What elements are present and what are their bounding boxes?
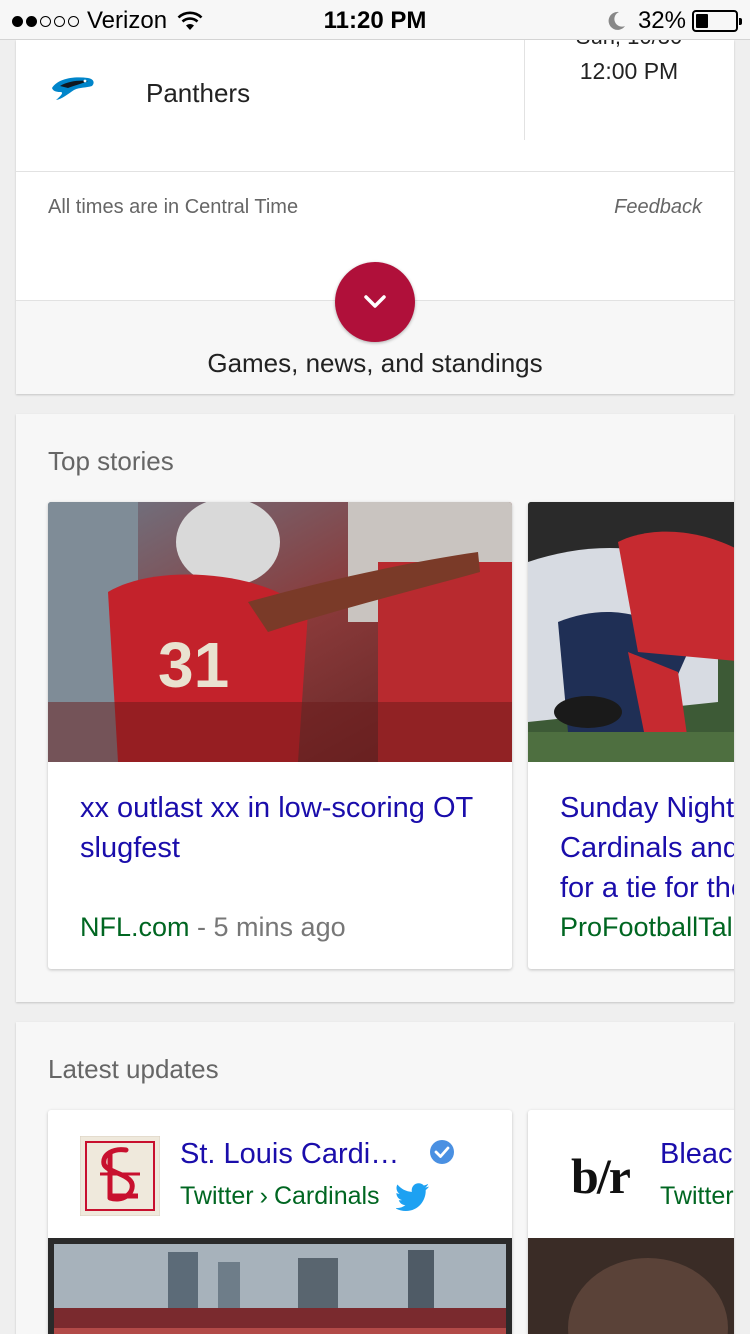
cardinals-logo (79, 1135, 161, 1217)
account-name[interactable]: Bleacher Report (660, 1138, 734, 1171)
story-card[interactable]: Sunday Night Football: Cardinals and Sea… (528, 502, 734, 969)
chevron-down-icon (364, 295, 386, 308)
game-time: 12:00 PM (579, 58, 679, 84)
account-meta: Twitter › (660, 1182, 734, 1211)
schedule-card: Panthers Sun, 10/30 12:00 PM All times a… (16, 24, 734, 394)
story-image: 31 (48, 502, 512, 762)
do-not-disturb-moon-icon (608, 11, 625, 30)
game-row[interactable]: Panthers Sun, 10/30 12:00 PM (16, 24, 734, 172)
update-image (528, 1238, 734, 1334)
status-bar: Verizon 11:20 PM 32% (0, 0, 750, 40)
column-divider (524, 40, 525, 140)
update-card[interactable]: b/r Bleacher Report Twitter › (528, 1110, 734, 1334)
expand-label: Games, news, and standings (207, 348, 543, 378)
timezone-note: All times are in Central Time (48, 196, 299, 218)
story-source: NFL.com (80, 912, 190, 942)
account-handle: Cardinals (273, 1182, 380, 1210)
logo-text: b/r (571, 1148, 631, 1204)
story-age: 5 mins ago (213, 912, 346, 942)
story-title[interactable]: xx outlast xx in low-scoring OT slugfest (80, 788, 490, 868)
story-source: ProFootballTalk (560, 912, 734, 942)
twitter-bird-icon (395, 1182, 429, 1211)
platform-label: Twitter (660, 1182, 734, 1210)
verified-badge-icon (430, 1140, 455, 1164)
section-title: Latest updates (48, 1054, 219, 1084)
section-title: Top stories (48, 446, 174, 476)
meta-separator: › (259, 1182, 268, 1210)
battery-percent: 32% (637, 7, 686, 34)
status-right: 32% (608, 7, 742, 35)
panthers-logo-icon (52, 77, 94, 100)
meta-separator: - (189, 912, 214, 942)
story-meta: ProFootballTalk (560, 912, 734, 943)
top-stories-section: Top stories 31 xx outlast xx in low-scor… (16, 414, 734, 1002)
team-name: Panthers (146, 78, 251, 108)
update-card[interactable]: St. Louis Cardi… Twitter › Cardinals (48, 1110, 512, 1334)
story-meta: NFL.com - 5 mins ago (80, 912, 346, 943)
bleacher-report-logo: b/r (560, 1136, 640, 1216)
battery-icon (692, 10, 742, 32)
svg-text:31: 31 (158, 629, 229, 701)
account-meta: Twitter › Cardinals (180, 1182, 430, 1211)
feedback-link[interactable]: Feedback (614, 196, 702, 219)
platform-label: Twitter (180, 1182, 254, 1210)
account-name-text: St. Louis Cardi… (180, 1138, 400, 1170)
story-card[interactable]: 31 xx outlast xx in low-scoring OT slugf… (48, 502, 512, 969)
expand-button[interactable] (335, 262, 415, 342)
latest-updates-section: Latest updates St. Louis Cardi… Twitter … (16, 1022, 734, 1334)
account-name[interactable]: St. Louis Cardi… (180, 1138, 455, 1171)
update-image (48, 1238, 512, 1334)
story-image (528, 502, 734, 762)
story-title[interactable]: Sunday Night Football: Cardinals and Sea… (560, 788, 734, 908)
